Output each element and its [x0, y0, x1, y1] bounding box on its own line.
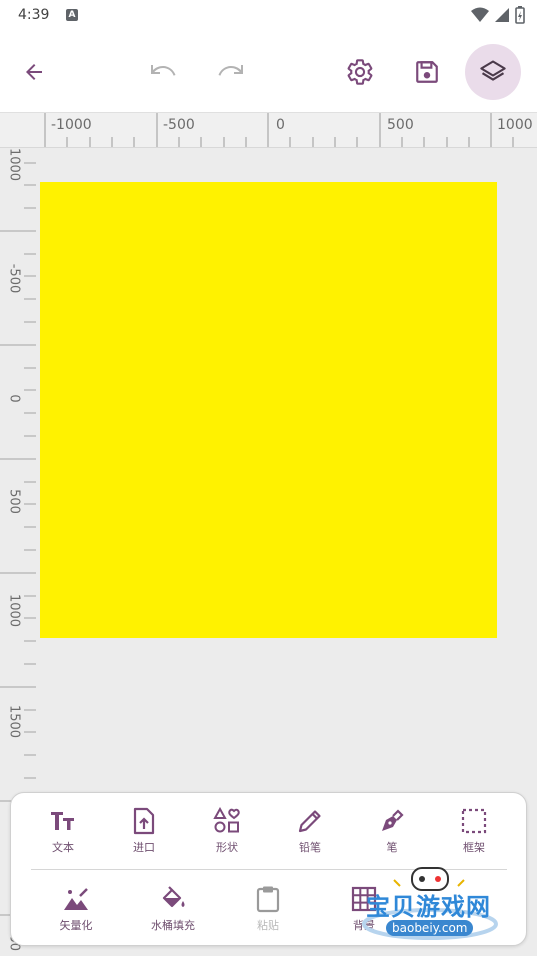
tool-vectorize[interactable]: 矢量化 [41, 883, 111, 933]
tool-pen[interactable]: 笔 [357, 805, 427, 855]
watermark-logo: 宝贝游戏网 baobeiy.com [350, 862, 510, 942]
ruler-label: 500 [387, 117, 414, 133]
redo-icon [218, 65, 243, 76]
tool-label: 框架 [463, 841, 485, 854]
layers-button[interactable] [465, 44, 521, 100]
ruler-label: 1000 [6, 593, 22, 628]
tool-label: 水桶填充 [151, 919, 195, 932]
ruler-label: 0 [276, 117, 285, 133]
tool-label: 矢量化 [59, 919, 93, 932]
ruler-label: 1000 [497, 117, 533, 133]
status-bar: 4:39 A [0, 0, 537, 32]
tool-bucket-fill[interactable]: 水桶填充 [138, 883, 208, 933]
ruler-label: 500 [6, 489, 22, 514]
watermark-title: 宝贝游戏网 [366, 893, 491, 921]
ruler-label: 1500 [6, 704, 22, 739]
pen-icon [382, 809, 404, 831]
undo-button[interactable] [144, 52, 184, 92]
frame-icon [461, 808, 487, 834]
gear-icon [347, 59, 373, 85]
notification-icon: A [66, 9, 78, 21]
ruler-label: 0 [6, 394, 22, 403]
watermark-url: baobeiy.com [386, 920, 474, 936]
ruler-label: 1000 [6, 147, 22, 182]
text-icon [51, 812, 74, 830]
vectorize-icon [64, 888, 88, 910]
shapes-icon [213, 807, 240, 833]
undo-icon [151, 65, 176, 76]
settings-button[interactable] [340, 52, 380, 92]
pencil-icon [298, 810, 321, 833]
ruler-label: -1000 [51, 117, 92, 133]
battery-icon [515, 6, 525, 24]
horizontal-ruler: -1000 -500 0 500 1000 [0, 113, 537, 148]
tool-paste[interactable]: 粘贴 [233, 883, 303, 933]
app-bar [0, 32, 537, 113]
tool-label: 进口 [133, 841, 155, 854]
tool-text[interactable]: 文本 [28, 805, 98, 855]
wifi-icon [471, 7, 489, 22]
import-icon [133, 807, 155, 835]
canvas-shape[interactable] [40, 182, 497, 638]
redo-button[interactable] [210, 52, 250, 92]
status-time: 4:39 [18, 7, 50, 23]
ruler-label: -500 [163, 117, 195, 133]
back-button[interactable] [14, 52, 54, 92]
paste-icon [256, 886, 280, 913]
tool-frame[interactable]: 框架 [439, 805, 509, 855]
tool-label: 笔 [386, 841, 398, 854]
save-icon [416, 61, 438, 83]
tool-pencil[interactable]: 铅笔 [275, 805, 345, 855]
layers-icon [480, 60, 506, 81]
tool-shapes[interactable]: 形状 [192, 805, 262, 855]
tool-label: 铅笔 [299, 841, 321, 854]
bucket-fill-icon [162, 886, 185, 908]
ruler-label: -500 [6, 263, 22, 294]
tool-import[interactable]: 进口 [109, 805, 179, 855]
signal-icon [495, 8, 509, 22]
save-button[interactable] [407, 52, 447, 92]
tool-label: 粘贴 [257, 919, 279, 932]
tool-label: 文本 [52, 841, 74, 854]
tool-label: 形状 [216, 841, 238, 854]
system-icons [471, 6, 525, 24]
arrow-left-icon [26, 64, 42, 80]
